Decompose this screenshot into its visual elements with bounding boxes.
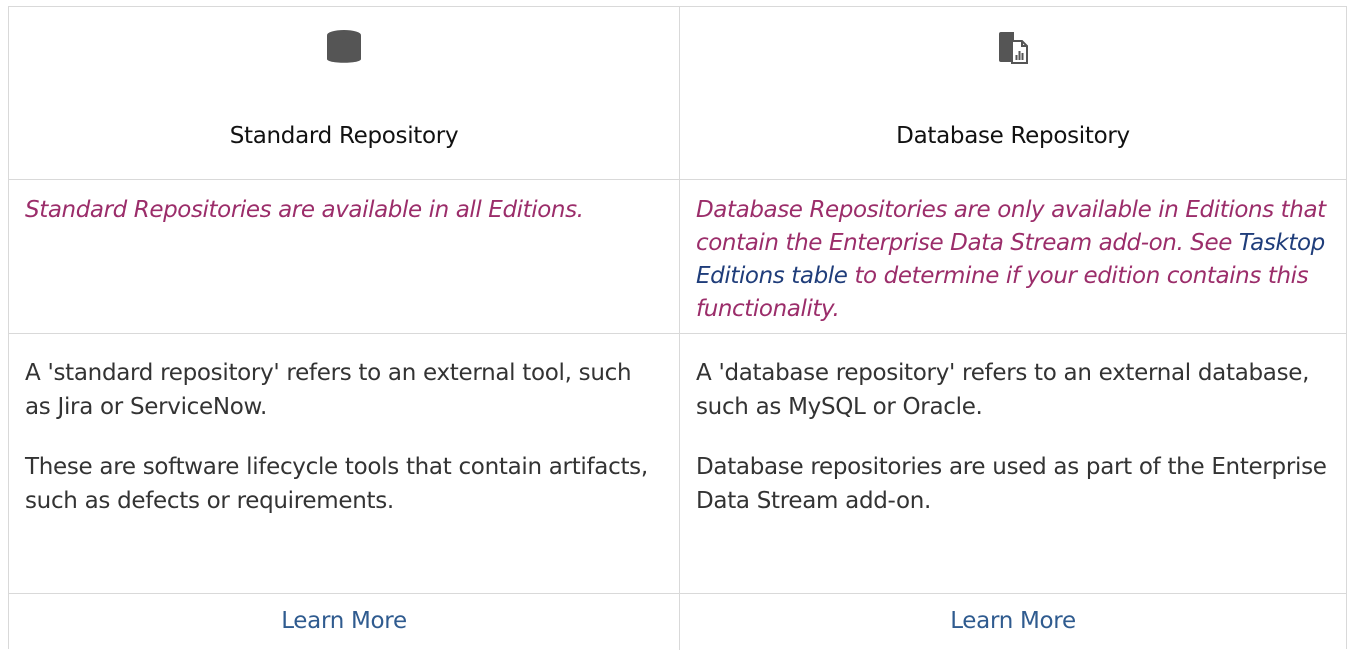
database-note-cell: Database Repositories are only available… [680,180,1346,333]
database-description-paragraph-2: Database repositories are used as part o… [696,454,1327,514]
database-cylinder-icon [327,30,361,63]
standard-learn-more-cell: Learn More [9,594,680,650]
database-learn-more-cell: Learn More [680,594,1346,650]
learn-more-row: Learn More Learn More [9,594,1346,650]
database-repository-heading: Database Repository [896,123,1130,149]
standard-description-paragraph-1: A 'standard repository' refers to an ext… [25,360,632,420]
database-description: A 'database repository' refers to an ext… [696,356,1330,544]
description-row: A 'standard repository' refers to an ext… [9,334,1346,594]
standard-note-cell: Standard Repositories are available in a… [9,180,680,333]
standard-learn-more-link[interactable]: Learn More [9,608,679,634]
standard-description: A 'standard repository' refers to an ext… [25,356,663,544]
edition-note-row: Standard Repositories are available in a… [9,180,1346,334]
standard-edition-note: Standard Repositories are available in a… [25,197,584,223]
standard-repository-heading: Standard Repository [229,123,459,149]
database-learn-more-link[interactable]: Learn More [680,608,1346,634]
standard-description-cell: A 'standard repository' refers to an ext… [9,334,680,593]
database-description-paragraph-1: A 'database repository' refers to an ext… [696,360,1310,420]
database-repository-header-cell: Database Repository [680,7,1346,179]
standard-repository-header-cell: Standard Repository [9,7,680,179]
heading-row: Standard Repository Database Repository [9,7,1346,180]
note-text-before: Database Repositories are only available… [696,197,1326,256]
database-report-icon [999,32,1028,64]
database-edition-note: Database Repositories are only available… [696,194,1330,326]
database-description-cell: A 'database repository' refers to an ext… [680,334,1346,593]
repository-comparison-table: Standard Repository Database Repository … [8,6,1347,650]
standard-description-paragraph-2: These are software lifecycle tools that … [25,454,648,514]
